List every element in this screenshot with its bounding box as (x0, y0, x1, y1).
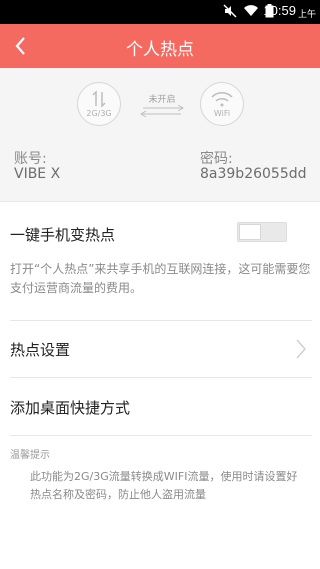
page-title: 个人热点 (126, 40, 194, 60)
mobile-data-circle: 2G/3G (77, 82, 121, 126)
wifi-icon (211, 92, 233, 107)
hotspot-description: 打开“个人热点”来共享手机的互联网连接，这可能需要您支付运营商流量的费用。 (10, 262, 311, 295)
chevron-right-icon (296, 339, 307, 359)
password-label: 密码: (200, 151, 233, 167)
tips-title: 温馨提示 (10, 450, 50, 461)
hotspot-settings-row[interactable]: 热点设置 (0, 321, 320, 377)
toggle-knob (239, 224, 261, 240)
account-value: VIBE X (14, 166, 61, 182)
clock-ampm: 上午 (297, 10, 316, 20)
clock-time: 10:59 (263, 3, 296, 18)
hotspot-settings-label: 热点设置 (10, 341, 71, 359)
hotspot-toggle-label: 一键手机变热点 (10, 226, 116, 244)
wifi-caption: WiFi (213, 109, 231, 118)
wifi-circle: WiFi (200, 82, 244, 126)
status-bar: 10:59 上午 (0, 0, 320, 24)
exchange-arrows-icon (140, 105, 184, 117)
password-value: 8a39b26055dd (200, 166, 307, 182)
wifi-signal-icon (244, 5, 258, 16)
tips-body: 此功能为2G/3G流量转换成WIFI流量，使用时请设置好热点名称及密码，防止他人… (30, 470, 298, 501)
add-shortcut-label: 添加桌面快捷方式 (10, 399, 131, 417)
divider (10, 377, 312, 378)
mobile-data-caption: 2G/3G (86, 109, 112, 118)
add-shortcut-row[interactable]: 添加桌面快捷方式 (0, 379, 320, 435)
data-transfer-icon (92, 90, 106, 108)
hotspot-hero-panel: 2G/3G 未开启 WiFi 账号: VIBE X 密码: 8a39b26055… (0, 68, 320, 202)
divider (10, 435, 312, 436)
hotspot-toggle-switch[interactable] (237, 222, 287, 242)
title-bar: 个人热点 (0, 24, 320, 68)
connection-status: 未开启 (148, 95, 176, 105)
mute-icon (223, 4, 237, 18)
account-label: 账号: (14, 151, 47, 167)
